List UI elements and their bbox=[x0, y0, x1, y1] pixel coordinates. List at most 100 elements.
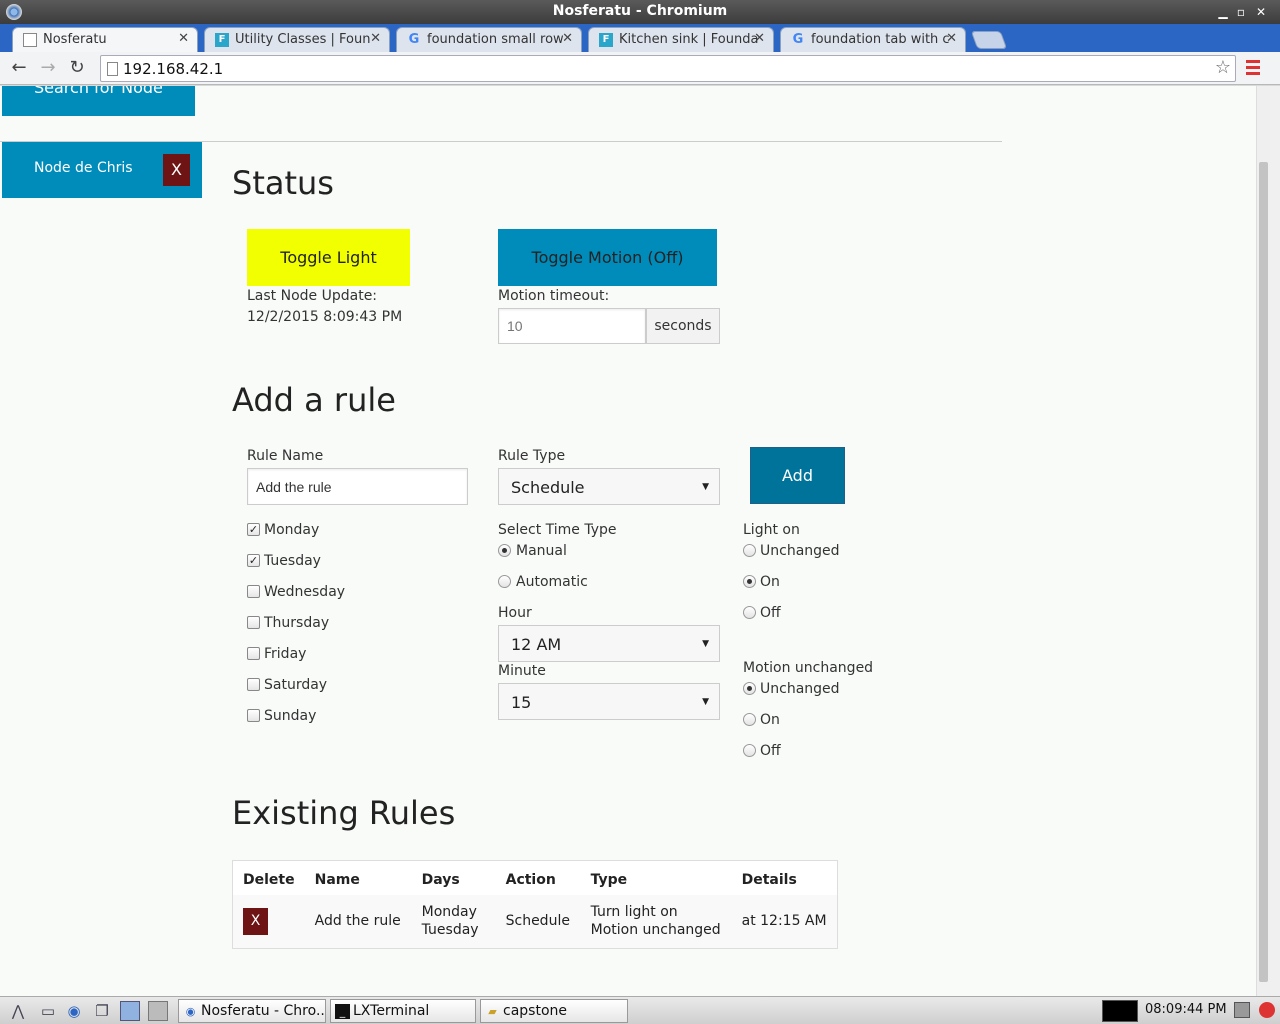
tab-label: Kitchen sink | Founda bbox=[619, 32, 759, 47]
checkbox-sunday[interactable] bbox=[247, 709, 260, 722]
hour-value: 12 AM bbox=[511, 635, 562, 654]
scrollbar-thumb[interactable] bbox=[1259, 162, 1268, 982]
checkbox-tuesday[interactable]: ✓ bbox=[247, 554, 260, 567]
vertical-scrollbar[interactable] bbox=[1256, 86, 1270, 996]
back-arrow-icon[interactable]: ← bbox=[8, 57, 30, 79]
power-icon[interactable] bbox=[1259, 1002, 1275, 1018]
radio-motion-off[interactable] bbox=[743, 744, 756, 757]
radio-light-off[interactable] bbox=[743, 606, 756, 619]
tab-nosferatu[interactable]: Nosferatu ✕ bbox=[12, 27, 198, 52]
page-icon bbox=[107, 62, 118, 76]
radio-motion-on[interactable] bbox=[743, 713, 756, 726]
day-label: Friday bbox=[264, 646, 307, 662]
delete-cell: X bbox=[233, 895, 305, 949]
minimize-button[interactable]: ▁ bbox=[1214, 3, 1232, 21]
day-label: Saturday bbox=[264, 677, 328, 693]
toggle-motion-button[interactable]: Toggle Motion (Off) bbox=[498, 229, 717, 286]
taskbar-item-label: Nosferatu - Chro... bbox=[201, 1003, 326, 1019]
radio-label: On bbox=[760, 574, 780, 590]
minute-select[interactable]: 15 ▼ bbox=[498, 683, 720, 720]
checkbox-saturday[interactable] bbox=[247, 678, 260, 691]
rule-type-value: Schedule bbox=[511, 478, 585, 497]
radio-automatic[interactable] bbox=[498, 575, 511, 588]
taskbar: ⋀ ▭ ◉ ❐ ◉ Nosferatu - Chro... _ LXTermin… bbox=[0, 996, 1280, 1024]
taskbar-item-capstone[interactable]: ▰ capstone bbox=[480, 999, 628, 1023]
radio-label: Off bbox=[760, 743, 781, 759]
node-name: Node de Chris bbox=[34, 160, 133, 176]
tab-close-icon[interactable]: ✕ bbox=[946, 31, 957, 46]
taskbar-item-terminal[interactable]: _ LXTerminal bbox=[330, 999, 476, 1023]
chevron-down-icon: ▼ bbox=[702, 697, 709, 707]
foundation-icon: F bbox=[599, 33, 613, 47]
motion-timeout-input[interactable] bbox=[498, 308, 646, 344]
search-node-button[interactable]: Search for Node bbox=[2, 86, 195, 116]
tab-close-icon[interactable]: ✕ bbox=[754, 31, 765, 46]
status-heading: Status bbox=[232, 164, 334, 202]
window-switch-icon[interactable]: ❐ bbox=[92, 1001, 112, 1021]
toggle-light-button[interactable]: Toggle Light bbox=[247, 229, 410, 286]
checkbox-wednesday[interactable] bbox=[247, 585, 260, 598]
globe-icon[interactable]: ◉ bbox=[64, 1001, 84, 1021]
clock[interactable]: 08:09:44 PM bbox=[1145, 1002, 1227, 1017]
column-header: Type bbox=[580, 860, 732, 895]
start-menu-icon[interactable]: ⋀ bbox=[8, 1001, 28, 1021]
remove-node-button[interactable]: X bbox=[163, 154, 190, 186]
radio-manual[interactable] bbox=[498, 544, 511, 557]
new-tab-button[interactable] bbox=[970, 31, 1008, 49]
hour-select[interactable]: 12 AM ▼ bbox=[498, 625, 720, 662]
terminal-icon: _ bbox=[335, 1004, 350, 1019]
forward-arrow-icon[interactable]: → bbox=[37, 57, 59, 79]
lock-screen-icon[interactable] bbox=[1234, 1002, 1250, 1018]
tab-utility-classes[interactable]: F Utility Classes | Foun ✕ bbox=[204, 27, 390, 52]
radio-light-unchanged[interactable] bbox=[743, 544, 756, 557]
tab-close-icon[interactable]: ✕ bbox=[562, 31, 573, 46]
tab-foundation-tab[interactable]: G foundation tab with c ✕ bbox=[780, 27, 966, 52]
menu-icon[interactable] bbox=[1246, 60, 1260, 76]
checkbox-monday[interactable]: ✓ bbox=[247, 523, 260, 536]
radio-label: Unchanged bbox=[760, 681, 840, 697]
window-titlebar: Nosferatu - Chromium ▁ ▫ ✕ bbox=[0, 0, 1280, 24]
taskbar-item-chromium[interactable]: ◉ Nosferatu - Chro... bbox=[178, 999, 326, 1023]
tab-label: Utility Classes | Foun bbox=[235, 32, 371, 47]
bookmark-star-icon[interactable]: ☆ bbox=[1215, 57, 1231, 78]
url-text[interactable]: 192.168.42.1 bbox=[123, 60, 223, 78]
node-list-item[interactable]: Node de Chris X bbox=[2, 142, 202, 198]
existing-rules-heading: Existing Rules bbox=[232, 794, 456, 832]
tab-strip: Nosferatu ✕ F Utility Classes | Foun ✕ G… bbox=[0, 24, 1280, 52]
tab-label: foundation small row bbox=[427, 32, 564, 47]
maximize-button[interactable]: ▫ bbox=[1232, 3, 1250, 21]
tab-foundation-small-row[interactable]: G foundation small row ✕ bbox=[396, 27, 582, 52]
checkbox-friday[interactable] bbox=[247, 647, 260, 660]
close-window-button[interactable]: ✕ bbox=[1252, 3, 1270, 21]
radio-motion-unchanged[interactable] bbox=[743, 682, 756, 695]
tab-close-icon[interactable]: ✕ bbox=[178, 31, 189, 46]
checkbox-thursday[interactable] bbox=[247, 616, 260, 629]
cpu-monitor-graph bbox=[1102, 1000, 1138, 1022]
window-edge bbox=[1270, 86, 1280, 996]
reload-icon[interactable]: ↻ bbox=[66, 57, 88, 79]
rule-name-label: Rule Name bbox=[247, 448, 324, 464]
column-header: Details bbox=[731, 860, 838, 895]
google-icon: G bbox=[792, 32, 804, 47]
browser-toolbar: ← → ↻ 192.168.42.1 ☆ bbox=[0, 52, 1280, 85]
radio-light-on[interactable] bbox=[743, 575, 756, 588]
delete-rule-button[interactable]: X bbox=[243, 907, 268, 935]
rule-name-input[interactable] bbox=[247, 468, 468, 505]
rule-type-cell: Turn light on Motion unchanged bbox=[581, 895, 732, 949]
add-rule-button[interactable]: Add bbox=[750, 447, 845, 504]
rule-type-select[interactable]: Schedule ▼ bbox=[498, 468, 720, 505]
desktop-1-icon[interactable] bbox=[120, 1001, 140, 1021]
column-header: Action bbox=[495, 860, 581, 895]
tab-kitchen-sink[interactable]: F Kitchen sink | Founda ✕ bbox=[588, 27, 774, 52]
taskbar-item-label: LXTerminal bbox=[353, 1003, 430, 1019]
tab-close-icon[interactable]: ✕ bbox=[370, 31, 381, 46]
taskbar-item-label: capstone bbox=[503, 1003, 567, 1019]
address-bar[interactable]: 192.168.42.1 ☆ bbox=[100, 55, 1236, 82]
rule-name-cell: Add the rule bbox=[314, 913, 401, 930]
last-update-label: Last Node Update: bbox=[247, 288, 378, 304]
day-label: Monday bbox=[264, 522, 320, 538]
desktop-2-icon[interactable] bbox=[148, 1001, 168, 1021]
motion-timeout-label: Motion timeout: bbox=[498, 288, 610, 304]
file-manager-icon[interactable]: ▭ bbox=[38, 1001, 58, 1021]
rule-day: Tuesday bbox=[421, 922, 479, 939]
